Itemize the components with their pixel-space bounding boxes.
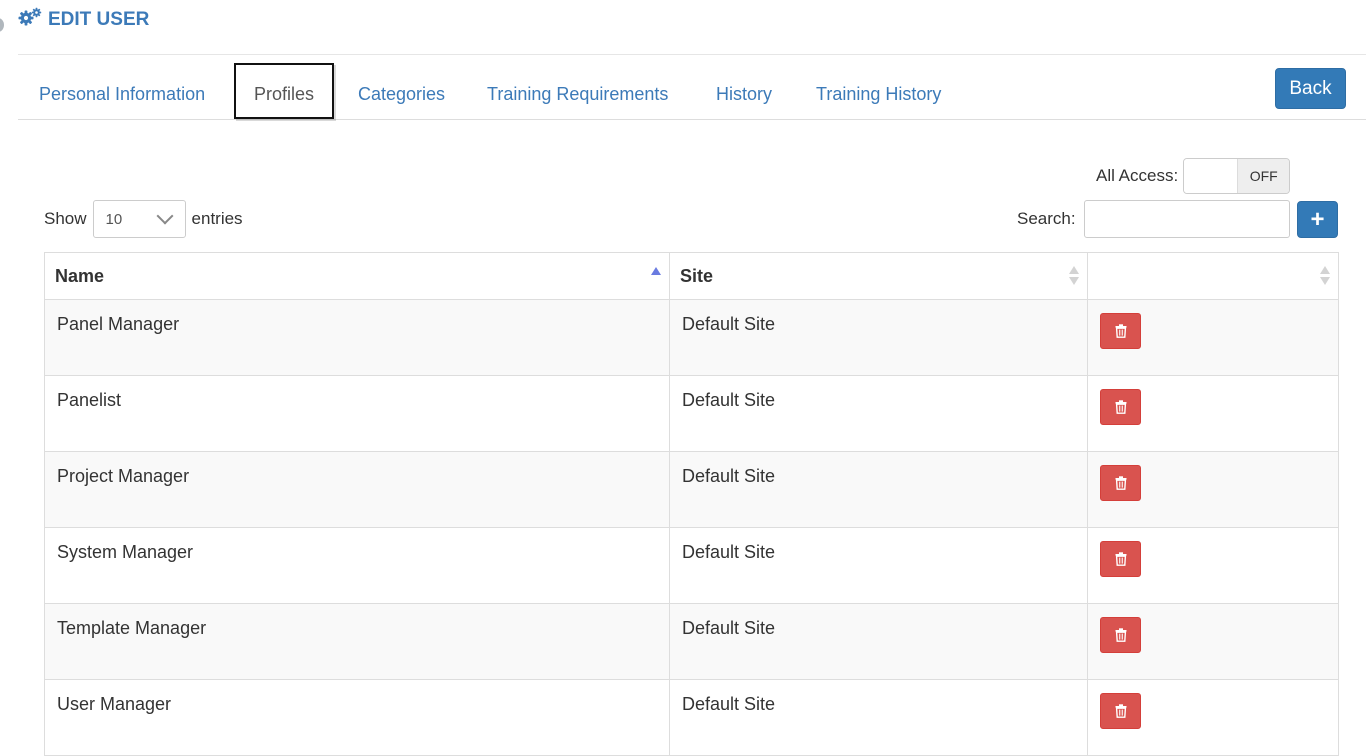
delete-button[interactable] <box>1100 617 1141 653</box>
profiles-table: Name Site Panel Manager Default Site Pan… <box>44 252 1339 756</box>
cell-actions <box>1087 603 1339 680</box>
toggle-state-label: OFF <box>1238 159 1290 193</box>
cell-name: Template Manager <box>44 603 670 680</box>
search-input[interactable] <box>1083 200 1290 238</box>
cell-actions <box>1087 299 1339 376</box>
entries-label: entries <box>191 209 243 228</box>
cell-name: Panelist <box>44 375 670 452</box>
delete-button[interactable] <box>1100 465 1141 501</box>
gears-icon <box>18 7 42 33</box>
table-row: Project Manager Default Site <box>44 451 1339 528</box>
tab-training-history[interactable]: Training History <box>816 71 941 117</box>
tab-training-requirements[interactable]: Training Requirements <box>487 71 668 117</box>
column-header-site-label: Site <box>680 265 714 286</box>
tab-bar: Personal Information Profiles Categories… <box>18 63 1366 120</box>
table-row: Template Manager Default Site <box>44 603 1339 680</box>
cell-site: Default Site <box>669 527 1088 604</box>
delete-button[interactable] <box>1100 313 1141 349</box>
cell-site: Default Site <box>669 299 1088 376</box>
page-header: EDIT USER <box>18 7 150 33</box>
delete-button[interactable] <box>1100 541 1141 577</box>
table-row: User Manager Default Site <box>44 679 1339 756</box>
cell-actions <box>1087 527 1339 604</box>
entries-per-page-value: 10 <box>105 210 123 228</box>
entries-per-page-select[interactable]: 10 <box>92 200 186 238</box>
trash-icon <box>1115 400 1126 414</box>
column-header-site[interactable]: Site <box>669 252 1088 300</box>
table-row: Panelist Default Site <box>44 375 1339 452</box>
cell-site: Default Site <box>669 679 1088 756</box>
all-access-label: All Access: <box>1096 166 1179 185</box>
show-label: Show <box>44 209 87 228</box>
table-header-row: Name Site <box>44 252 1339 300</box>
cell-name: Project Manager <box>44 451 670 528</box>
delete-button[interactable] <box>1100 693 1141 729</box>
sort-icon <box>1069 266 1079 286</box>
edge-circle <box>0 18 4 32</box>
chevron-down-icon <box>156 207 174 225</box>
toggle-knob[interactable] <box>1184 159 1239 193</box>
table-row: Panel Manager Default Site <box>44 299 1339 376</box>
trash-icon <box>1115 324 1126 338</box>
cell-name: User Manager <box>44 679 670 756</box>
column-header-actions[interactable] <box>1087 252 1339 300</box>
column-header-name-label: Name <box>55 265 105 286</box>
trash-icon <box>1115 704 1126 718</box>
cell-site: Default Site <box>669 451 1088 528</box>
trash-icon <box>1115 476 1126 490</box>
plus-icon: + <box>1310 205 1325 233</box>
add-profile-button[interactable]: + <box>1297 201 1338 238</box>
sort-ascending-icon <box>651 267 661 275</box>
back-button[interactable]: Back <box>1275 68 1346 109</box>
tab-history[interactable]: History <box>716 71 772 117</box>
tab-personal-information[interactable]: Personal Information <box>39 71 205 117</box>
column-header-name[interactable]: Name <box>44 252 670 300</box>
cell-actions <box>1087 679 1339 756</box>
tab-categories[interactable]: Categories <box>358 71 445 117</box>
trash-icon <box>1115 552 1126 566</box>
table-row: System Manager Default Site <box>44 527 1339 604</box>
page-title: EDIT USER <box>48 9 150 30</box>
cell-name: System Manager <box>44 527 670 604</box>
all-access-control: All Access: OFF <box>1096 158 1291 194</box>
cell-name: Panel Manager <box>44 299 670 376</box>
search-control: Search: <box>1017 200 1290 238</box>
cell-actions <box>1087 451 1339 528</box>
sort-icon <box>1320 266 1330 286</box>
search-label: Search: <box>1017 209 1076 228</box>
cell-actions <box>1087 375 1339 452</box>
trash-icon <box>1115 628 1126 642</box>
tab-profiles[interactable]: Profiles <box>234 63 335 119</box>
cell-site: Default Site <box>669 375 1088 452</box>
header-divider <box>18 54 1366 55</box>
entries-length-control: Show 10 entries <box>44 200 243 238</box>
all-access-toggle[interactable]: OFF <box>1183 158 1291 194</box>
cell-site: Default Site <box>669 603 1088 680</box>
delete-button[interactable] <box>1100 389 1141 425</box>
